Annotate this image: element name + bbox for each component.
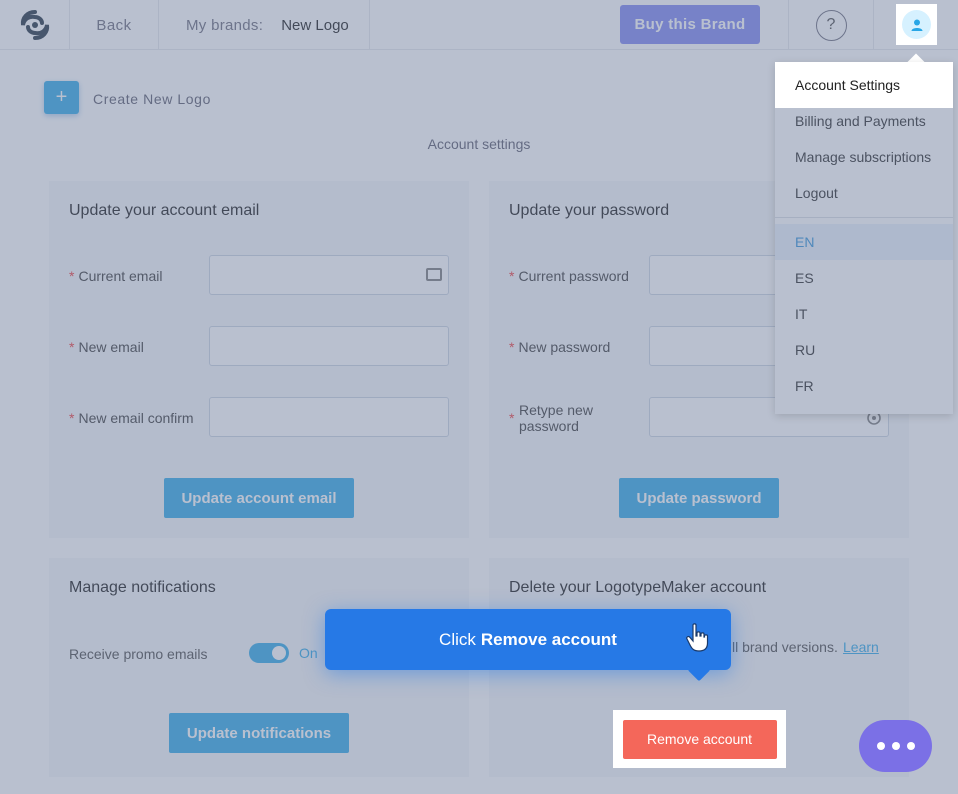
remove-account-button[interactable]: Remove account bbox=[622, 719, 777, 759]
pointer-hand-icon bbox=[686, 623, 709, 652]
remove-account-highlight: Remove account bbox=[613, 710, 786, 768]
user-icon bbox=[911, 19, 922, 31]
chat-dot-icon bbox=[876, 742, 885, 750]
avatar bbox=[902, 10, 931, 39]
chat-dot-icon bbox=[891, 742, 900, 750]
tooltip-prefix: Click bbox=[439, 629, 476, 649]
chat-dot-icon bbox=[906, 742, 915, 750]
chat-widget-button[interactable] bbox=[859, 720, 932, 772]
tooltip-action: Remove account bbox=[480, 629, 617, 649]
guide-tooltip: Click Remove account bbox=[325, 609, 731, 682]
topbar-dim-overlay bbox=[0, 0, 958, 50]
menu-item-account-settings[interactable]: Account Settings bbox=[775, 67, 953, 103]
user-menu-button[interactable] bbox=[896, 4, 937, 45]
menu-dim-overlay bbox=[775, 108, 953, 414]
